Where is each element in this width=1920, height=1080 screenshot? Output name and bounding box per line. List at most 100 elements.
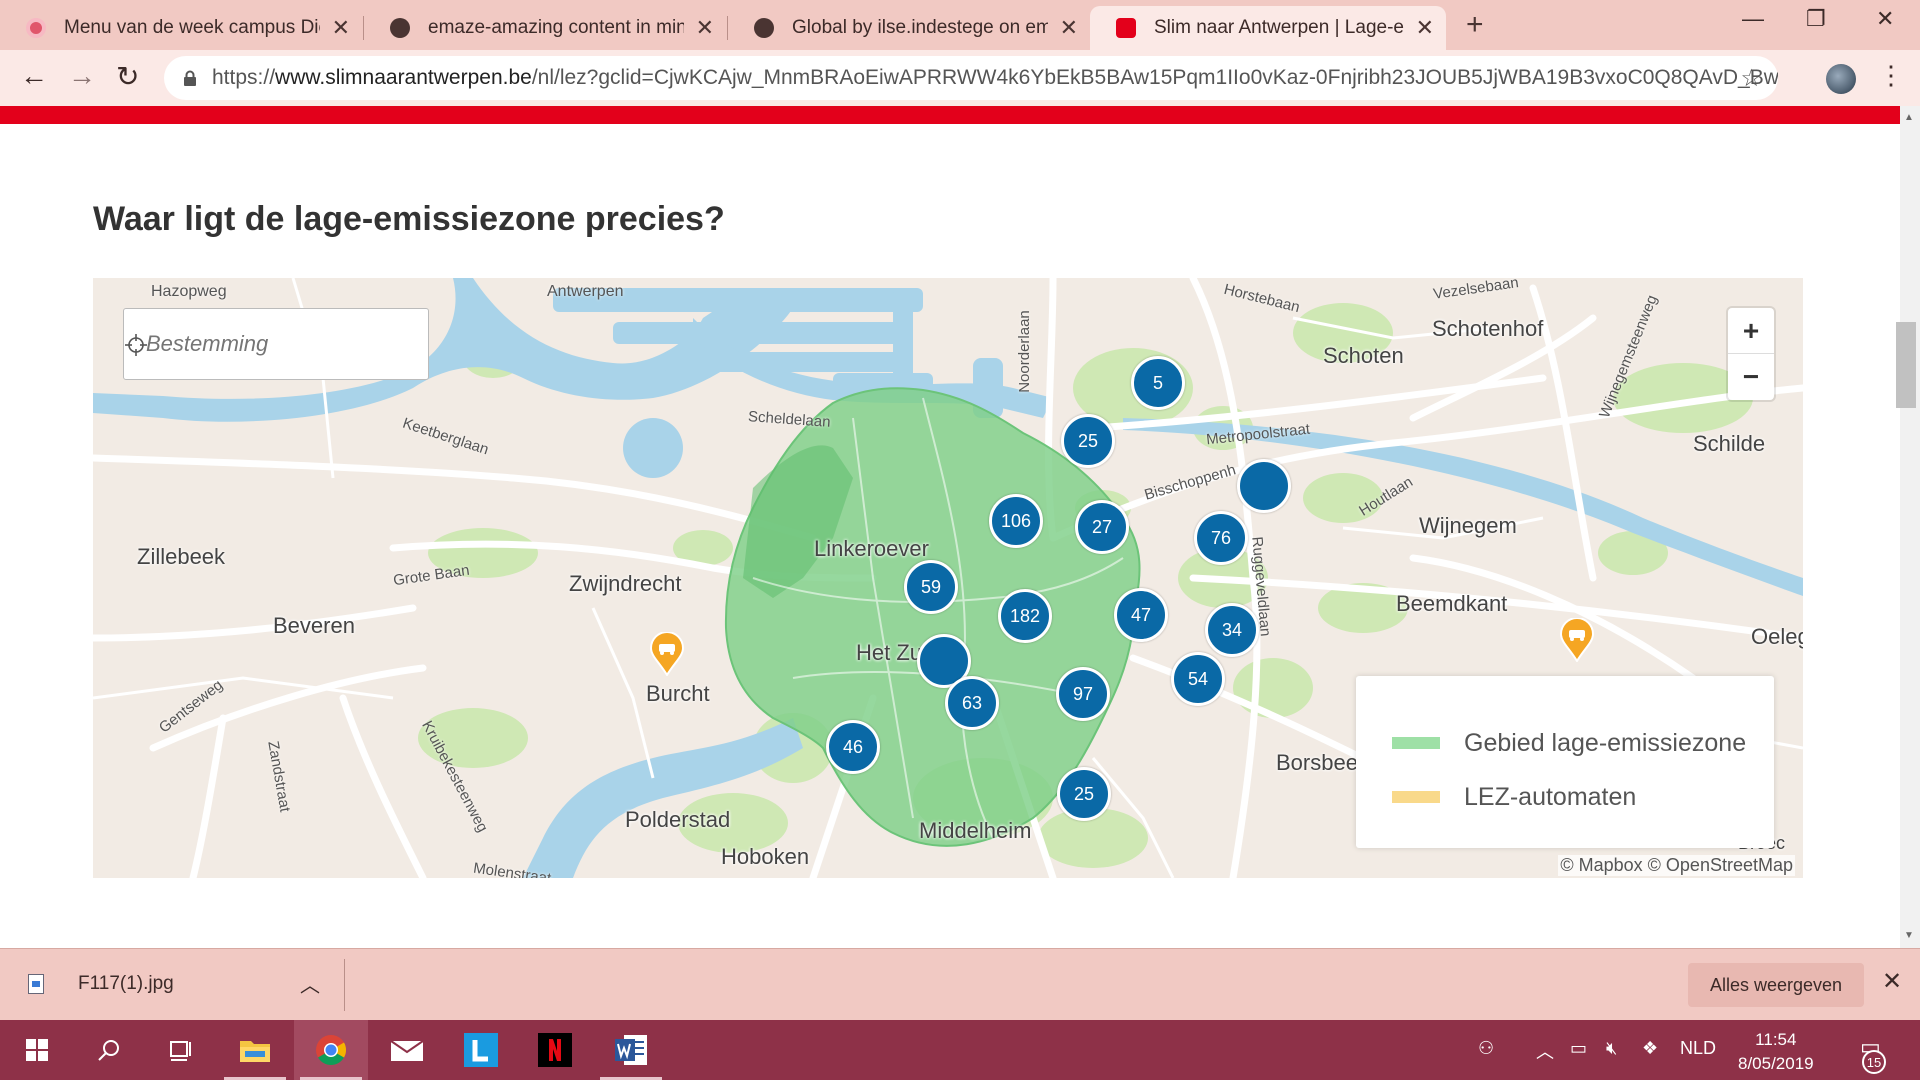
language-indicator[interactable]: NLD: [1680, 1038, 1716, 1059]
taskbar-word[interactable]: [594, 1020, 668, 1080]
place-label: Oeleg: [1751, 624, 1803, 649]
lez-map[interactable]: Schotenhof Schoten Schilde Wijnegem Zill…: [93, 278, 1803, 878]
page-scrollbar[interactable]: [1900, 106, 1920, 948]
dropbox-icon[interactable]: ❖: [1642, 1038, 1658, 1059]
place-label: Beveren: [273, 613, 355, 638]
destination-input[interactable]: [146, 331, 376, 357]
zoom-controls: + −: [1728, 308, 1774, 400]
download-filename: F117(1).jpg: [78, 973, 174, 994]
close-download-bar-icon[interactable]: ✕: [1882, 967, 1902, 996]
map-cluster-marker[interactable]: 47: [1114, 588, 1168, 642]
chevron-up-icon[interactable]: ︿: [1536, 1038, 1554, 1064]
tab-slim-naar-antwerpen[interactable]: Slim naar Antwerpen | Lage-emis ✕: [1090, 6, 1446, 50]
place-label: Antwerpen: [547, 283, 624, 300]
mail-icon: [390, 1040, 424, 1061]
word-icon: [615, 1035, 647, 1065]
legend-item: Gebied lage-emissiezone: [1392, 716, 1774, 770]
map-cluster-marker[interactable]: 106: [989, 494, 1043, 548]
bookmark-star-icon[interactable]: ☆: [1740, 64, 1762, 93]
map-cluster-marker[interactable]: 46: [826, 720, 880, 774]
site-header-bar: [0, 106, 1900, 124]
download-item[interactable]: F117(1).jpg: [28, 973, 174, 995]
zoom-in-button[interactable]: +: [1728, 308, 1774, 354]
map-cluster-marker[interactable]: 5: [1131, 356, 1185, 410]
place-label: Wijnegem: [1419, 513, 1517, 538]
clock-date: 8/05/2019: [1738, 1054, 1814, 1073]
forward-button[interactable]: →: [68, 60, 96, 92]
lez-automaat-pin-icon[interactable]: [649, 632, 685, 676]
map-cluster-marker[interactable]: 76: [1194, 511, 1248, 565]
search-button[interactable]: [72, 1020, 146, 1080]
map-cluster-marker[interactable]: 25: [1061, 414, 1115, 468]
volume-muted-icon[interactable]: 🔇︎: [1606, 1038, 1617, 1059]
menu-dots-icon[interactable]: ⋮: [1878, 60, 1904, 91]
section-heading: Waar ligt de lage-emissiezone precies?: [93, 200, 725, 238]
netflix-icon: [538, 1033, 572, 1067]
reload-button[interactable]: ↻: [116, 60, 139, 93]
people-icon[interactable]: ⚇: [1478, 1038, 1494, 1059]
close-tab-icon[interactable]: ✕: [332, 15, 350, 41]
close-window-icon[interactable]: ✕: [1876, 6, 1894, 32]
new-tab-button[interactable]: +: [1466, 8, 1484, 42]
chevron-up-icon[interactable]: ︿: [300, 969, 320, 998]
show-all-downloads-button[interactable]: Alles weergeven: [1688, 963, 1864, 1007]
map-cluster-marker[interactable]: 97: [1056, 667, 1110, 721]
road-label: Noorderlaan: [1015, 310, 1033, 393]
taskbar-file-explorer[interactable]: [218, 1020, 292, 1080]
map-cluster-marker[interactable]: 27: [1075, 500, 1129, 554]
profile-avatar[interactable]: [1826, 64, 1856, 94]
destination-search-box: [123, 308, 429, 380]
tab-global[interactable]: Global by ilse.indestege on emaz ✕: [728, 6, 1090, 50]
map-cluster-marker[interactable]: 54: [1171, 652, 1225, 706]
taskbar-chrome[interactable]: [294, 1020, 368, 1080]
place-label: Hoboken: [721, 844, 810, 869]
zoom-out-button[interactable]: −: [1728, 354, 1774, 400]
taskbar-l-app[interactable]: [444, 1020, 518, 1080]
tab-menu-van-de-week[interactable]: Menu van de week campus Diep ✕: [0, 6, 362, 50]
globe-icon: [754, 18, 774, 38]
close-tab-icon[interactable]: ✕: [1416, 15, 1434, 41]
locate-crosshair-icon[interactable]: [124, 333, 148, 357]
address-bar[interactable]: https://www.slimnaarantwerpen.be/nl/lez?…: [164, 56, 1778, 100]
map-cluster-marker[interactable]: [1237, 459, 1291, 513]
scroll-down-icon[interactable]: ▼: [1904, 930, 1914, 941]
legend-item: LEZ-automaten: [1392, 770, 1774, 824]
tab-label: Global by ilse.indestege on emaz: [792, 17, 1048, 38]
close-tab-icon[interactable]: ✕: [1060, 15, 1078, 41]
task-view-button[interactable]: [144, 1020, 218, 1080]
place-label: Zillebeek: [137, 544, 226, 569]
tab-label: emaze-amazing content in minut: [428, 17, 684, 38]
system-clock[interactable]: 11:54 8/05/2019: [1738, 1028, 1814, 1076]
place-label: Beemdkant: [1396, 591, 1508, 616]
slim-logo-icon: [1116, 18, 1136, 38]
browser-toolbar: ← → ↻ https://www.slimnaarantwerpen.be/n…: [0, 50, 1920, 106]
globe-icon: [390, 18, 410, 38]
close-tab-icon[interactable]: ✕: [696, 15, 714, 41]
map-cluster-marker[interactable]: 34: [1205, 603, 1259, 657]
place-label: Schoten: [1323, 343, 1404, 368]
map-attribution[interactable]: © Mapbox © OpenStreetMap: [1558, 855, 1795, 876]
map-cluster-marker[interactable]: 182: [998, 589, 1052, 643]
back-button[interactable]: ←: [20, 60, 48, 92]
download-bar: F117(1).jpg ︿ Alles weergeven ✕: [0, 948, 1920, 1020]
start-button[interactable]: [0, 1020, 74, 1080]
lez-automaat-pin-icon[interactable]: [1559, 618, 1595, 662]
windows-taskbar: ⚇ ︿ ▭ 🔇︎ ❖ NLD 11:54 8/05/2019 ▭ 15: [0, 1020, 1920, 1080]
battery-icon[interactable]: ▭: [1570, 1038, 1587, 1059]
taskbar-mail[interactable]: [370, 1020, 444, 1080]
tab-emaze[interactable]: emaze-amazing content in minut ✕: [364, 6, 726, 50]
taskbar-netflix[interactable]: [518, 1020, 592, 1080]
minimize-icon[interactable]: —: [1742, 6, 1764, 32]
scrollbar-thumb[interactable]: [1896, 322, 1916, 408]
search-icon: [98, 1040, 119, 1061]
scroll-up-icon[interactable]: ▲: [1904, 112, 1914, 123]
browser-tab-bar: Menu van de week campus Diep ✕ emaze-ama…: [0, 0, 1920, 50]
map-cluster-marker[interactable]: 63: [945, 676, 999, 730]
place-label: Borsbee: [1276, 750, 1358, 775]
map-cluster-marker[interactable]: 59: [904, 560, 958, 614]
place-label: Polderstad: [625, 807, 731, 832]
map-cluster-marker[interactable]: 25: [1057, 767, 1111, 821]
notification-count-badge: 15: [1862, 1050, 1886, 1074]
place-label: Middelheim: [919, 818, 1032, 843]
restore-icon[interactable]: ❐: [1806, 6, 1826, 32]
